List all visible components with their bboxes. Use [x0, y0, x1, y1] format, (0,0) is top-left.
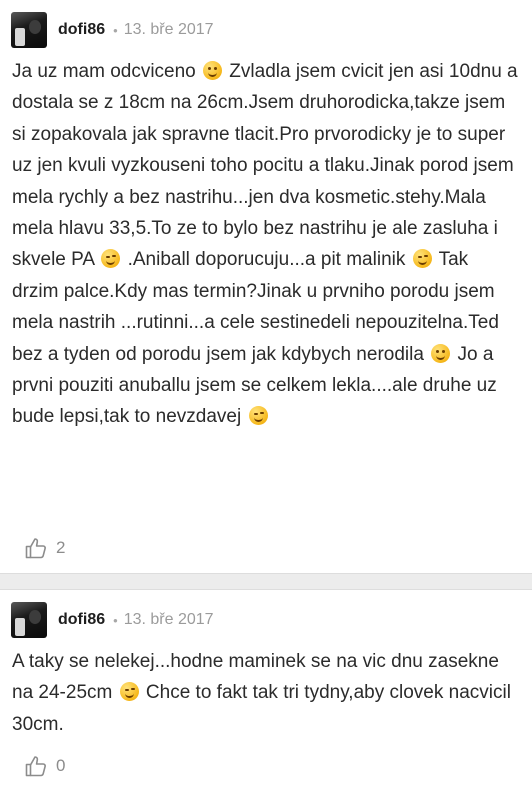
like-button[interactable]: 2	[24, 536, 65, 560]
thumbs-up-icon	[25, 538, 46, 559]
username[interactable]: dofi86	[58, 611, 105, 629]
like-count: 0	[56, 756, 66, 775]
comment-text: Ja uz mam odcviceno Zvladla jsem cvicit …	[12, 56, 518, 433]
comment-date: 13. bře 2017	[123, 21, 214, 38]
wink-emoji	[248, 406, 268, 426]
like-count: 2	[56, 538, 66, 557]
comment-text-segment: Ja uz mam odcviceno	[12, 61, 202, 82]
like-button[interactable]: 0	[24, 754, 65, 778]
username[interactable]: dofi86	[58, 21, 105, 39]
thumbs-up-icon	[25, 756, 46, 777]
comment-1: dofi86 • 13. bře 2017 Ja uz mam odcvicen…	[0, 0, 532, 573]
comment-text: A taky se nelekej...hodne maminek se na …	[12, 646, 518, 740]
smile-emoji	[203, 61, 223, 80]
comment-header: dofi86 • 13. bře 2017	[11, 12, 214, 48]
comment-divider	[0, 573, 532, 590]
wink-emoji	[101, 249, 121, 269]
comment-header: dofi86 • 13. bře 2017	[11, 602, 214, 638]
separator-dot: •	[113, 612, 118, 628]
comment-text-segment: Zvladla jsem cvicit jen asi 10dnu a dost…	[12, 61, 518, 271]
wink-emoji	[119, 682, 139, 702]
comment-2: dofi86 • 13. bře 2017 A taky se nelekej.…	[0, 590, 532, 795]
avatar[interactable]	[11, 602, 47, 638]
wink-emoji	[412, 249, 432, 269]
comment-date: 13. bře 2017	[123, 611, 214, 628]
comment-text-segment: .Aniball doporucuju...a pit malinik	[122, 249, 411, 271]
separator-dot: •	[113, 22, 118, 38]
avatar[interactable]	[11, 12, 47, 48]
smile-emoji	[431, 343, 451, 363]
